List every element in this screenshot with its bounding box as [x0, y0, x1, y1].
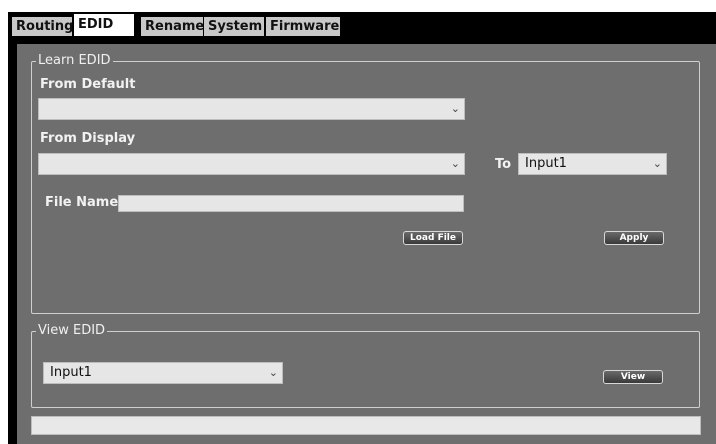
tab-system[interactable]: System: [204, 17, 264, 36]
tab-bar: Routing EDID Rename System Firmware: [8, 12, 716, 36]
tab-firmware[interactable]: Firmware: [266, 17, 340, 36]
chevron-down-icon: ⌄: [450, 157, 460, 170]
from-default-select[interactable]: ⌄: [38, 98, 465, 120]
load-file-button[interactable]: Load File: [403, 231, 463, 245]
from-default-label: From Default: [40, 77, 136, 92]
from-display-select[interactable]: ⌄: [38, 153, 465, 175]
view-edid-legend: View EDID: [38, 323, 106, 338]
tab-rename[interactable]: Rename: [141, 17, 204, 36]
learn-edid-group: Learn EDID: [31, 54, 700, 314]
to-select[interactable]: Input1 ⌄: [518, 153, 667, 175]
file-name-input[interactable]: [118, 195, 464, 212]
learn-edid-legend: Learn EDID: [38, 53, 111, 68]
edid-panel: Learn EDID From Default ⌄ From Display ⌄…: [17, 44, 716, 444]
chevron-down-icon: ⌄: [450, 102, 460, 115]
view-button[interactable]: View: [603, 370, 663, 384]
from-display-label: From Display: [40, 131, 136, 146]
chevron-down-icon: ⌄: [652, 157, 662, 170]
tab-routing[interactable]: Routing: [12, 17, 73, 36]
tab-edid[interactable]: EDID: [74, 14, 134, 36]
file-name-label: File Name:: [45, 195, 124, 210]
to-label: To: [495, 157, 512, 172]
top-margin: [0, 0, 716, 12]
to-value: Input1: [525, 156, 567, 171]
view-input-select[interactable]: Input1 ⌄: [43, 362, 283, 384]
view-input-value: Input1: [50, 365, 92, 380]
chevron-down-icon: ⌄: [268, 366, 278, 379]
apply-button[interactable]: Apply: [604, 231, 664, 245]
status-bar: [31, 416, 701, 435]
